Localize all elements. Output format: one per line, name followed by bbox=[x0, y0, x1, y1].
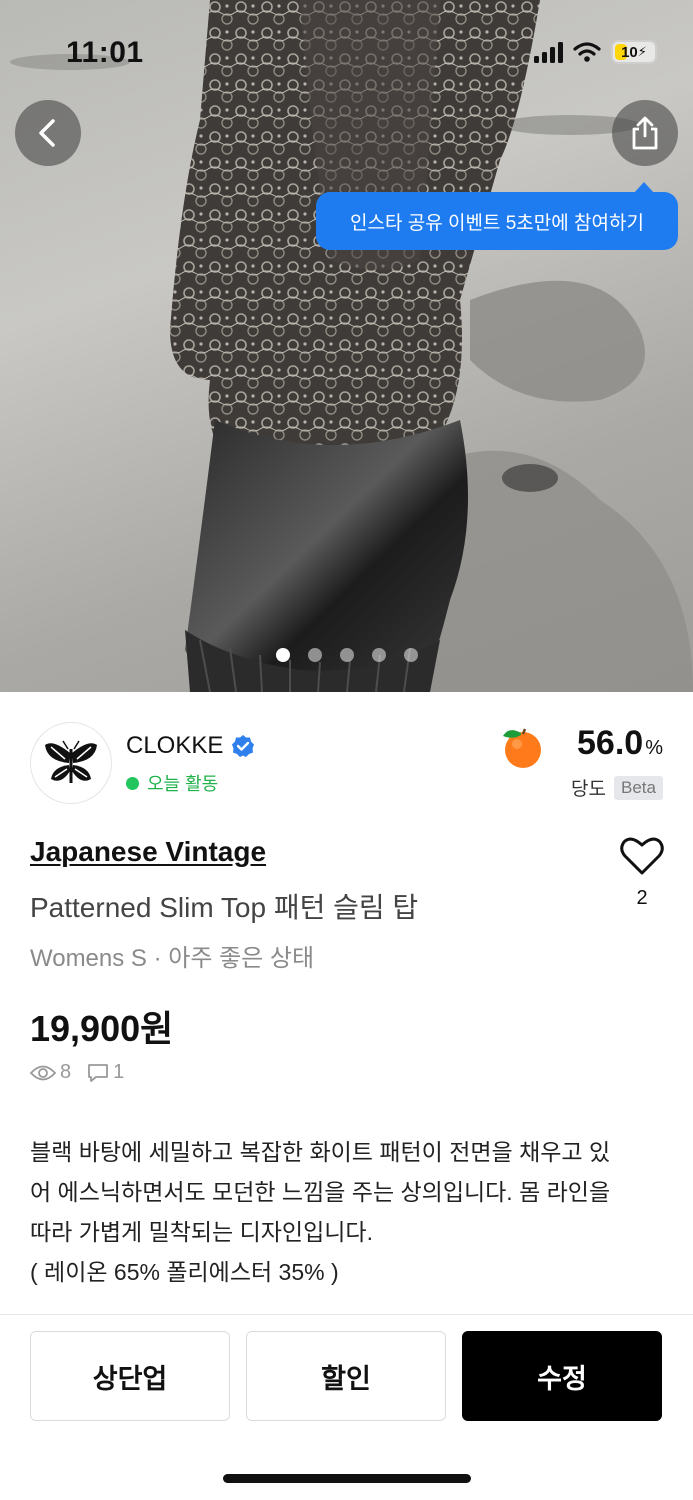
carousel-dot[interactable] bbox=[403, 648, 418, 662]
like-button[interactable]: 2 bbox=[618, 836, 666, 910]
chevron-left-icon bbox=[39, 119, 55, 147]
sweetness-score[interactable]: 56.0% 당도 Beta bbox=[463, 722, 663, 802]
score-value-row: 56.0% bbox=[577, 724, 663, 763]
score-unit: % bbox=[645, 737, 663, 759]
back-button[interactable] bbox=[15, 100, 81, 166]
carousel-dot[interactable] bbox=[371, 648, 386, 662]
carousel-dot[interactable] bbox=[275, 648, 290, 662]
battery-level: 10 bbox=[621, 43, 638, 61]
carousel-indicator bbox=[0, 648, 693, 662]
activity-label: 오늘 활동 bbox=[147, 774, 219, 794]
status-icons: 10 ⚡ bbox=[534, 40, 657, 64]
carousel-dot[interactable] bbox=[307, 648, 322, 662]
divider bbox=[0, 1314, 693, 1315]
edit-button[interactable]: 수정 bbox=[462, 1331, 662, 1421]
tooltip-text: 인스타 공유 이벤트 5초만에 참여하기 bbox=[350, 212, 644, 234]
product-image-carousel[interactable]: 11:01 10 ⚡ 인스타 공유 이벤트 5초만에 참여하기 bbox=[0, 0, 693, 692]
product-size-condition: Womens S · 아주 좋은 상태 bbox=[30, 945, 315, 972]
description-text: 블랙 바탕에 세밀하고 복잡한 화이트 패턴이 전면을 채우고 있 어 에스닉하… bbox=[30, 1139, 611, 1285]
product-photo bbox=[10, 0, 693, 692]
orange-fruit-icon bbox=[503, 728, 541, 768]
product-price: 19,900원 bbox=[30, 1008, 174, 1049]
brand-link[interactable]: Japanese Vintage bbox=[30, 836, 266, 868]
seller-name[interactable]: CLOKKE bbox=[126, 732, 223, 760]
share-button[interactable] bbox=[612, 100, 678, 166]
seller-name-row[interactable]: CLOKKE bbox=[126, 732, 255, 760]
beta-badge: Beta bbox=[614, 775, 663, 800]
score-label: 당도 bbox=[571, 779, 607, 800]
status-bar: 11:01 10 ⚡ bbox=[0, 0, 693, 100]
bump-button[interactable]: 상단업 bbox=[30, 1331, 230, 1421]
butterfly-logo-icon bbox=[45, 740, 97, 783]
score-value: 56.0 bbox=[577, 724, 644, 762]
view-count: 8 bbox=[60, 1061, 72, 1083]
verified-badge-icon bbox=[232, 735, 255, 757]
product-description: 블랙 바탕에 세밀하고 복잡한 화이트 패턴이 전면을 채우고 있 어 에스닉하… bbox=[30, 1132, 666, 1292]
product-stats: 8 1 bbox=[30, 1061, 132, 1084]
carousel-dot[interactable] bbox=[339, 648, 354, 662]
online-status-icon bbox=[126, 776, 139, 790]
home-indicator bbox=[223, 1474, 471, 1483]
instagram-share-event-tooltip[interactable]: 인스타 공유 이벤트 5초만에 참여하기 bbox=[316, 182, 678, 250]
discount-button[interactable]: 할인 bbox=[246, 1331, 446, 1421]
status-time: 11:01 bbox=[66, 36, 144, 69]
cellular-signal-icon bbox=[534, 41, 563, 63]
battery-icon: 10 ⚡ bbox=[611, 40, 657, 64]
score-label-row: 당도 Beta bbox=[571, 774, 663, 801]
action-bar: 상단업 할인 수정 bbox=[30, 1331, 662, 1421]
like-count: 2 bbox=[636, 887, 648, 909]
comment-count: 1 bbox=[113, 1061, 125, 1083]
seller-avatar[interactable] bbox=[30, 722, 112, 804]
eye-icon bbox=[30, 1065, 56, 1080]
product-title: Patterned Slim Top 패턴 슬림 탑 bbox=[30, 892, 419, 923]
seller-activity-status: 오늘 활동 bbox=[126, 770, 218, 796]
share-icon bbox=[632, 116, 658, 150]
wifi-icon bbox=[573, 42, 601, 62]
comment-icon bbox=[88, 1063, 109, 1082]
heart-icon bbox=[620, 837, 664, 875]
